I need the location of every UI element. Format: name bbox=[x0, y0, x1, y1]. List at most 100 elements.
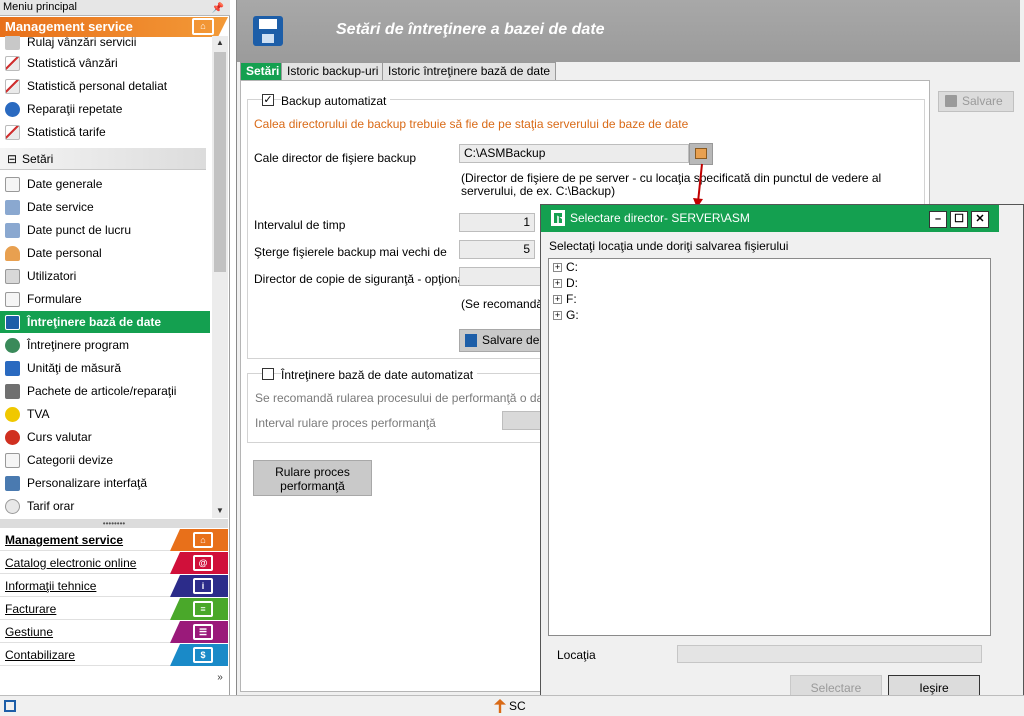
sidebar-item-label: Categorii devize bbox=[27, 453, 114, 467]
sidebar-item-curs[interactable]: Curs valutar bbox=[0, 426, 210, 448]
location-label: Locaţia bbox=[557, 648, 596, 662]
sidebar-item-date-punct[interactable]: Date punct de lucru bbox=[0, 219, 210, 241]
sidebar-item-categorii[interactable]: Categorii devize bbox=[0, 449, 210, 471]
close-icon[interactable]: ✕ bbox=[971, 211, 989, 228]
sidebar-item-label: Statistică vânzări bbox=[27, 56, 118, 70]
run-interval-field[interactable] bbox=[502, 411, 542, 430]
nav-band-gestiune[interactable]: Gestiune ☰ bbox=[0, 621, 228, 643]
copy-hint: (Se recomandă bbox=[461, 297, 544, 311]
sidebar-item-utilizatori[interactable]: Utilizatori bbox=[0, 265, 210, 287]
backup-warning: Calea directorului de backup trebuie să … bbox=[254, 117, 689, 131]
backup-checkbox-label: Backup automatizat bbox=[281, 94, 391, 108]
sidebar-group-label: Setări bbox=[22, 152, 54, 166]
info-icon: i bbox=[193, 578, 213, 594]
nav-band-label: Catalog electronic online bbox=[5, 556, 137, 570]
save-button[interactable]: Salvare bbox=[938, 91, 1014, 112]
sidebar-group-setari[interactable]: ⊟ Setări bbox=[0, 148, 206, 170]
run-performance-button[interactable]: Rulare proces performanţă bbox=[253, 460, 372, 496]
expand-icon[interactable]: + bbox=[553, 279, 562, 289]
sidebar-item-statistica-personal[interactable]: Statistică personal detaliat bbox=[0, 75, 210, 97]
sidebar-item-intretinere-program[interactable]: Întreţinere program bbox=[0, 334, 210, 356]
sidebar-item-statistica-tarife[interactable]: Statistică tarife bbox=[0, 121, 210, 143]
run-button-line2: performanţă bbox=[280, 479, 345, 493]
path-field[interactable]: C:\ASMBackup bbox=[459, 144, 689, 163]
section-title-label: Management service bbox=[5, 19, 133, 34]
floppy-icon bbox=[5, 315, 20, 330]
tab-istoric-backup[interactable]: Istoric backup-uri bbox=[281, 62, 385, 80]
pin-icon[interactable]: 📌 bbox=[212, 1, 224, 16]
path-hint-2: serverului, de ex. C:\Backup) bbox=[461, 184, 616, 198]
scroll-up-icon[interactable]: ▲ bbox=[212, 36, 228, 50]
backup-checkbox[interactable]: ✓ bbox=[262, 94, 274, 106]
folder-icon bbox=[695, 148, 707, 159]
sidebar-item-tarif-orar[interactable]: Tarif orar bbox=[0, 495, 210, 517]
nav-band-label: Contabilizare bbox=[5, 648, 76, 662]
nav-band-facturare[interactable]: Facturare ≡ bbox=[0, 598, 228, 620]
sidebar-item-formulare[interactable]: Formulare bbox=[0, 288, 210, 310]
tree-node-label: D: bbox=[566, 276, 578, 290]
nav-band-management[interactable]: Management service ⌂ bbox=[0, 529, 228, 551]
sidebar-item-label: Date service bbox=[27, 200, 94, 214]
sidebar-scroll-thumb[interactable] bbox=[214, 52, 226, 272]
copy-dir-label: Director de copie de siguranţă - opţiona… bbox=[254, 272, 467, 286]
chart-icon bbox=[5, 79, 20, 94]
sidebar-section-title[interactable]: Management service ⌂ bbox=[0, 17, 228, 37]
person-icon bbox=[5, 246, 20, 261]
at-icon: @ bbox=[193, 555, 213, 571]
tree-node-g[interactable]: + G: bbox=[553, 308, 579, 322]
maximize-icon[interactable]: ☐ bbox=[950, 211, 968, 228]
window-icon[interactable] bbox=[4, 700, 16, 712]
maintenance-checkbox[interactable] bbox=[262, 368, 274, 380]
chart-icon bbox=[5, 56, 20, 71]
nav-band-label: Facturare bbox=[5, 602, 57, 616]
scroll-down-icon[interactable]: ▼ bbox=[212, 504, 228, 518]
tree-node-f[interactable]: + F: bbox=[553, 292, 577, 306]
directory-tree[interactable] bbox=[548, 258, 991, 636]
nav-band-catalog[interactable]: Catalog electronic online @ bbox=[0, 552, 228, 574]
tool-icon bbox=[5, 338, 20, 353]
copy-dir-field[interactable] bbox=[459, 267, 541, 286]
chart-icon bbox=[5, 36, 20, 50]
sidebar-header-title: Meniu principal bbox=[3, 1, 77, 13]
maintenance-checkbox-label: Întreţinere bază de date automatizat bbox=[281, 368, 478, 382]
sidebar-item-reparatii[interactable]: Reparaţii repetate bbox=[0, 98, 210, 120]
sidebar-item-date-generale[interactable]: Date generale bbox=[0, 173, 210, 195]
tab-istoric-intretinere[interactable]: Istoric întreţinere bază de date bbox=[382, 62, 557, 80]
tab-setari[interactable]: Setări bbox=[240, 62, 286, 80]
expand-more-icon[interactable]: » bbox=[212, 668, 228, 688]
sidebar-item-personalizare[interactable]: Personalizare interfaţă bbox=[0, 472, 210, 494]
clock-icon bbox=[5, 499, 20, 514]
expand-icon[interactable]: + bbox=[553, 295, 562, 305]
collapse-icon[interactable]: ⊟ bbox=[7, 148, 17, 170]
nav-band-contabilizare[interactable]: Contabilizare $ bbox=[0, 644, 228, 666]
save-button-label: Salvare bbox=[962, 94, 1003, 108]
form-icon bbox=[5, 292, 20, 307]
sidebar-item-tva[interactable]: TVA bbox=[0, 403, 210, 425]
delete-field[interactable]: 5 bbox=[459, 240, 535, 259]
tree-node-d[interactable]: + D: bbox=[553, 276, 578, 290]
sidebar-item-date-service[interactable]: Date service bbox=[0, 196, 210, 218]
monitor-icon bbox=[5, 476, 20, 491]
minimize-icon[interactable]: – bbox=[929, 211, 947, 228]
sidebar-item-rulaj[interactable]: Rulaj vânzări servicii bbox=[0, 36, 210, 53]
sidebar-item-intretinere-bd[interactable]: Întreţinere bază de date bbox=[0, 311, 210, 333]
sidebar-item-statistica-vanzari[interactable]: Statistică vânzări bbox=[0, 52, 210, 74]
expand-icon[interactable]: + bbox=[553, 263, 562, 273]
save-backup-button[interactable]: Salvare de bbox=[459, 329, 541, 352]
interval-field[interactable]: 1 bbox=[459, 213, 535, 232]
sidebar-item-label: Unităţi de măsură bbox=[27, 361, 122, 375]
sidebar-item-date-personal[interactable]: Date personal bbox=[0, 242, 210, 264]
taskbar-item[interactable]: SC bbox=[509, 699, 526, 713]
sidebar-item-label: TVA bbox=[27, 407, 50, 421]
sidebar-item-unitati[interactable]: Unităţi de măsură bbox=[0, 357, 210, 379]
sidebar-item-label: Formulare bbox=[27, 292, 82, 306]
tree-node-label: G: bbox=[566, 308, 579, 322]
tree-node-c[interactable]: + C: bbox=[553, 260, 578, 274]
list-icon: ☰ bbox=[193, 624, 213, 640]
sidebar-item-label: Pachete de articole/reparaţii bbox=[27, 384, 177, 398]
sidebar-item-pachete[interactable]: Pachete de articole/reparaţii bbox=[0, 380, 210, 402]
expand-icon[interactable]: + bbox=[553, 311, 562, 321]
sidebar-splitter[interactable]: •••••••• bbox=[0, 519, 228, 528]
nav-band-informatii[interactable]: Informaţii tehnice i bbox=[0, 575, 228, 597]
location-field[interactable] bbox=[677, 645, 982, 663]
